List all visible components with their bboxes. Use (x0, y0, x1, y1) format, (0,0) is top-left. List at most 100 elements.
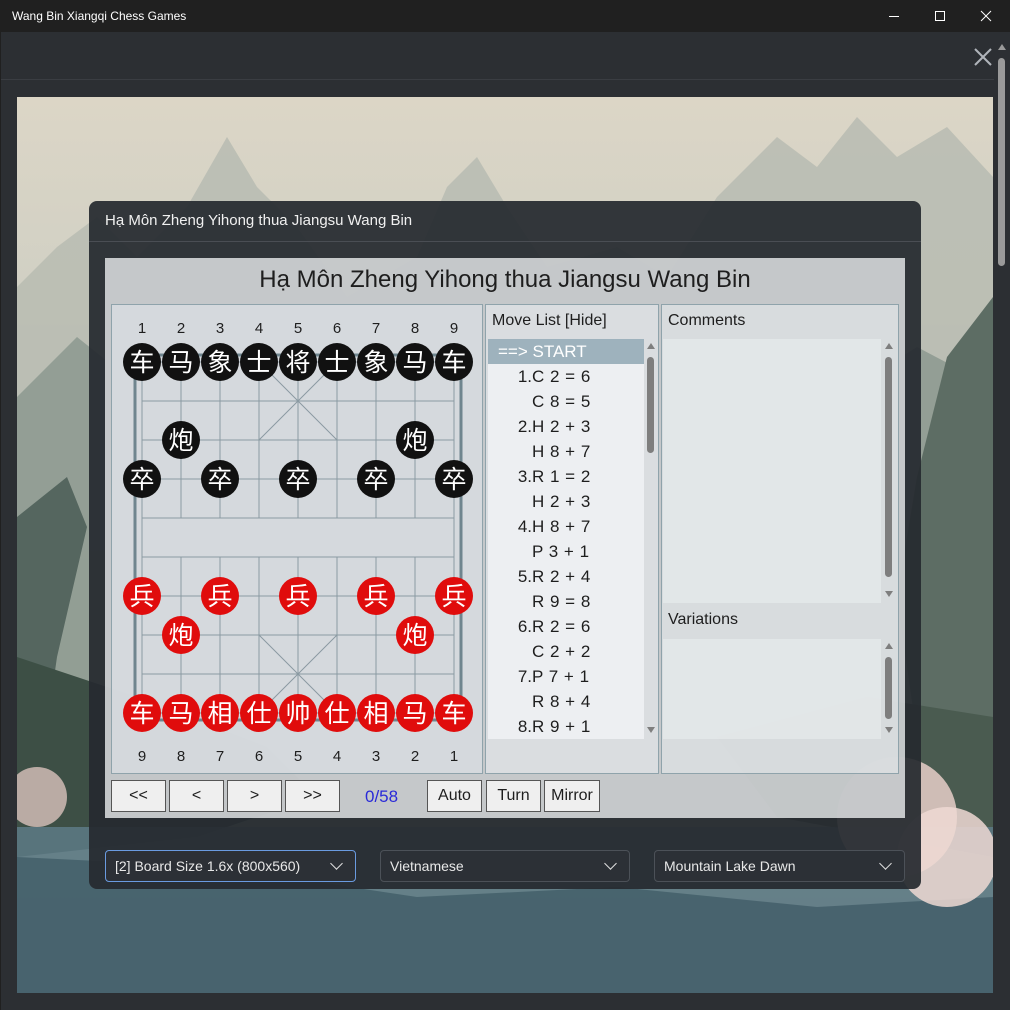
black-piece[interactable]: 卒 (279, 460, 317, 498)
first-move-button[interactable]: << (111, 780, 166, 812)
scroll-up-icon[interactable] (647, 343, 655, 349)
auto-play-button[interactable]: Auto (427, 780, 482, 812)
black-piece[interactable]: 马 (396, 343, 434, 381)
black-piece[interactable]: 炮 (162, 421, 200, 459)
move-text: H 2 + 3 (532, 492, 591, 511)
move-number: 5. (517, 567, 532, 586)
black-piece[interactable]: 车 (123, 343, 161, 381)
move-text: C 2 + 2 (532, 642, 591, 661)
move-list-item[interactable]: 1.C 2 = 6 (488, 364, 644, 389)
scrollbar-thumb[interactable] (885, 657, 892, 719)
next-move-button[interactable]: > (227, 780, 282, 812)
app-top-bar (1, 32, 994, 80)
red-piece[interactable]: 仕 (240, 694, 278, 732)
move-text: R 2 = 6 (532, 617, 591, 636)
move-list-panel: Move List [Hide] ==> START 1.C 2 = 6 C 8 =… (485, 304, 659, 774)
red-piece[interactable]: 帅 (279, 694, 317, 732)
variations-scrollbar[interactable] (884, 639, 894, 739)
red-piece[interactable]: 兵 (357, 577, 395, 615)
variations-area[interactable] (663, 639, 881, 739)
black-piece[interactable]: 卒 (357, 460, 395, 498)
comments-scrollbar[interactable] (884, 339, 894, 603)
move-list-item[interactable]: H 2 + 3 (488, 489, 644, 514)
prev-move-button[interactable]: < (169, 780, 224, 812)
maximize-button[interactable] (917, 0, 963, 32)
move-list-item[interactable]: R 9 = 8 (488, 589, 644, 614)
xiangqi-board[interactable]: 123456789987654321车马象士将士象马车炮炮卒卒卒卒卒兵兵兵兵兵炮… (111, 304, 483, 774)
file-label-bottom: 1 (449, 748, 459, 765)
move-list-item[interactable]: C 2 + 2 (488, 639, 644, 664)
theme-select[interactable]: Mountain Lake Dawn (654, 850, 905, 882)
mirror-board-button[interactable]: Mirror (544, 780, 600, 812)
red-piece[interactable]: 相 (357, 694, 395, 732)
board-size-select[interactable]: [2] Board Size 1.6x (800x560) (105, 850, 356, 882)
move-text: R 8 + 4 (532, 692, 591, 711)
move-text: R 2 + 4 (532, 567, 591, 586)
red-piece[interactable]: 车 (435, 694, 473, 732)
red-piece[interactable]: 仕 (318, 694, 356, 732)
file-label-bottom: 3 (371, 748, 381, 765)
black-piece[interactable]: 卒 (435, 460, 473, 498)
red-piece[interactable]: 兵 (279, 577, 317, 615)
move-list-item[interactable]: ==> START (488, 339, 644, 364)
black-piece[interactable]: 士 (240, 343, 278, 381)
game-title: Hạ Môn Zheng Yihong thua Jiangsu Wang Bi… (259, 266, 751, 293)
red-piece[interactable]: 马 (162, 694, 200, 732)
move-list-item[interactable]: 5.R 2 + 4 (488, 564, 644, 589)
scroll-up-icon[interactable] (998, 44, 1006, 50)
black-piece[interactable]: 马 (162, 343, 200, 381)
move-text: P 7 + 1 (532, 667, 590, 686)
move-list-scrollbar[interactable] (646, 339, 656, 739)
move-list-item[interactable]: 6.R 2 = 6 (488, 614, 644, 639)
close-dialog-button[interactable] (972, 46, 994, 68)
minimize-button[interactable] (871, 0, 917, 32)
scroll-up-icon[interactable] (885, 343, 893, 349)
scroll-up-icon[interactable] (885, 643, 893, 649)
turn-board-button[interactable]: Turn (486, 780, 541, 812)
scroll-down-icon[interactable] (647, 727, 655, 733)
move-list-item[interactable]: R 8 + 4 (488, 689, 644, 714)
red-piece[interactable]: 炮 (162, 616, 200, 654)
scroll-down-icon[interactable] (885, 591, 893, 597)
move-list-header[interactable]: Move List [Hide] (492, 312, 607, 330)
page-scrollbar[interactable] (994, 32, 1010, 1010)
black-piece[interactable]: 车 (435, 343, 473, 381)
scrollbar-thumb[interactable] (998, 58, 1005, 266)
red-piece[interactable]: 炮 (396, 616, 434, 654)
red-piece[interactable]: 车 (123, 694, 161, 732)
close-window-button[interactable] (963, 0, 1009, 32)
language-select[interactable]: Vietnamese (380, 850, 630, 882)
move-list[interactable]: ==> START 1.C 2 = 6C 8 = 5 2.H 2 + 3H 8 + … (488, 339, 644, 739)
red-piece[interactable]: 兵 (201, 577, 239, 615)
move-list-item[interactable]: H 8 + 7 (488, 439, 644, 464)
move-list-item[interactable]: 4.H 8 + 7 (488, 514, 644, 539)
scrollbar-thumb[interactable] (885, 357, 892, 577)
move-list-item[interactable]: 7.P 7 + 1 (488, 664, 644, 689)
black-piece[interactable]: 象 (201, 343, 239, 381)
title-bar: Wang Bin Xiangqi Chess Games (0, 0, 1010, 32)
red-piece[interactable]: 兵 (435, 577, 473, 615)
black-piece[interactable]: 炮 (396, 421, 434, 459)
black-piece[interactable]: 将 (279, 343, 317, 381)
scroll-down-icon[interactable] (885, 727, 893, 733)
red-piece[interactable]: 兵 (123, 577, 161, 615)
move-list-item[interactable]: C 8 = 5 (488, 389, 644, 414)
black-piece[interactable]: 象 (357, 343, 395, 381)
comments-area[interactable] (663, 339, 881, 603)
chevron-down-icon (604, 857, 617, 870)
red-piece[interactable]: 相 (201, 694, 239, 732)
scrollbar-thumb[interactable] (647, 357, 654, 453)
move-list-item[interactable]: 2.H 2 + 3 (488, 414, 644, 439)
last-move-button[interactable]: >> (285, 780, 340, 812)
file-label-bottom: 4 (332, 748, 342, 765)
game-dialog: Hạ Môn Zheng Yihong thua Jiangsu Wang Bi… (89, 201, 921, 889)
black-piece[interactable]: 卒 (123, 460, 161, 498)
move-list-item[interactable]: 3.R 1 = 2 (488, 464, 644, 489)
black-piece[interactable]: 卒 (201, 460, 239, 498)
move-list-item[interactable]: 8.R 9 + 1 (488, 714, 644, 739)
red-piece[interactable]: 马 (396, 694, 434, 732)
file-label-top: 7 (371, 320, 381, 337)
move-list-item[interactable]: P 3 + 1 (488, 539, 644, 564)
file-label-top: 6 (332, 320, 342, 337)
black-piece[interactable]: 士 (318, 343, 356, 381)
